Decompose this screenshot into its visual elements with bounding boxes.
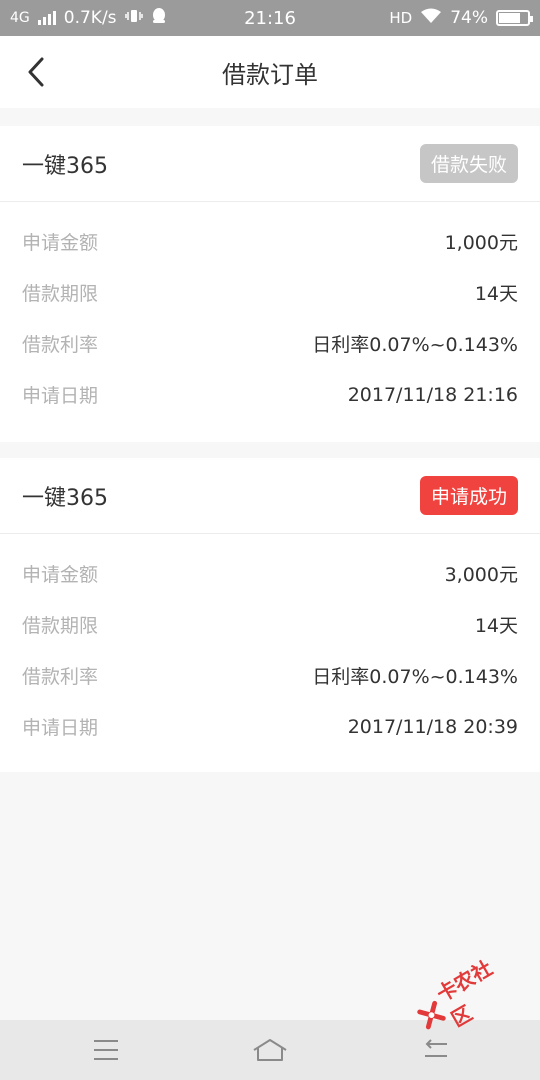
amount-row: 申请金额 1,000元 <box>0 216 540 267</box>
row-label: 借款利率 <box>22 666 99 688</box>
row-label: 借款期限 <box>22 615 99 637</box>
menu-button[interactable] <box>76 1030 136 1070</box>
date-row: 申请日期 2017/11/18 21:16 <box>0 369 540 420</box>
qq-icon <box>151 7 167 30</box>
row-label: 申请日期 <box>22 717 99 739</box>
row-label: 借款期限 <box>22 283 99 305</box>
wifi-icon <box>420 8 442 29</box>
battery-percent: 74% <box>450 8 488 28</box>
status-badge: 申请成功 <box>419 476 518 515</box>
hd-label: HD <box>389 9 413 27</box>
home-icon <box>253 1039 287 1061</box>
status-bar: 4G 0.7K/s 21:16 HD 74% <box>0 0 540 36</box>
nav-bar: 借款订单 <box>0 36 540 108</box>
row-value: 14天 <box>474 615 518 637</box>
product-name: 一键365 <box>22 153 108 179</box>
order-card[interactable]: 一键365 借款失败 申请金额 1,000元 借款期限 14天 借款利率 日利率… <box>0 126 540 442</box>
rate-row: 借款利率 日利率0.07%~0.143% <box>0 318 540 369</box>
term-row: 借款期限 14天 <box>0 267 540 318</box>
status-badge: 借款失败 <box>419 144 518 183</box>
home-button[interactable] <box>240 1030 300 1070</box>
row-value: 2017/11/18 20:39 <box>347 715 518 738</box>
network-speed: 0.7K/s <box>63 8 117 28</box>
signal-icon <box>37 11 56 25</box>
term-row: 借款期限 14天 <box>0 599 540 650</box>
row-value: 1,000元 <box>444 232 518 254</box>
menu-icon <box>94 1040 118 1060</box>
network-type: 4G <box>10 10 30 26</box>
battery-icon <box>496 10 533 26</box>
row-value: 日利率0.07%~0.143% <box>312 334 518 356</box>
amount-row: 申请金额 3,000元 <box>0 548 540 599</box>
row-label: 申请金额 <box>22 564 99 586</box>
page-title: 借款订单 <box>222 60 318 89</box>
row-value: 3,000元 <box>444 564 518 586</box>
row-value: 日利率0.07%~0.143% <box>312 666 518 688</box>
order-card[interactable]: 一键365 申请成功 申请金额 3,000元 借款期限 14天 借款利率 日利率… <box>0 458 540 772</box>
row-label: 借款利率 <box>22 334 99 356</box>
back-button[interactable] <box>14 50 58 94</box>
vibrate-icon <box>124 8 143 29</box>
row-value: 2017/11/18 21:16 <box>347 383 518 406</box>
product-name: 一键365 <box>22 485 108 511</box>
chevron-left-icon <box>28 57 44 87</box>
row-label: 申请日期 <box>22 385 99 407</box>
row-value: 14天 <box>474 283 518 305</box>
row-label: 申请金额 <box>22 232 99 254</box>
date-row: 申请日期 2017/11/18 20:39 <box>0 701 540 752</box>
rate-row: 借款利率 日利率0.07%~0.143% <box>0 650 540 701</box>
